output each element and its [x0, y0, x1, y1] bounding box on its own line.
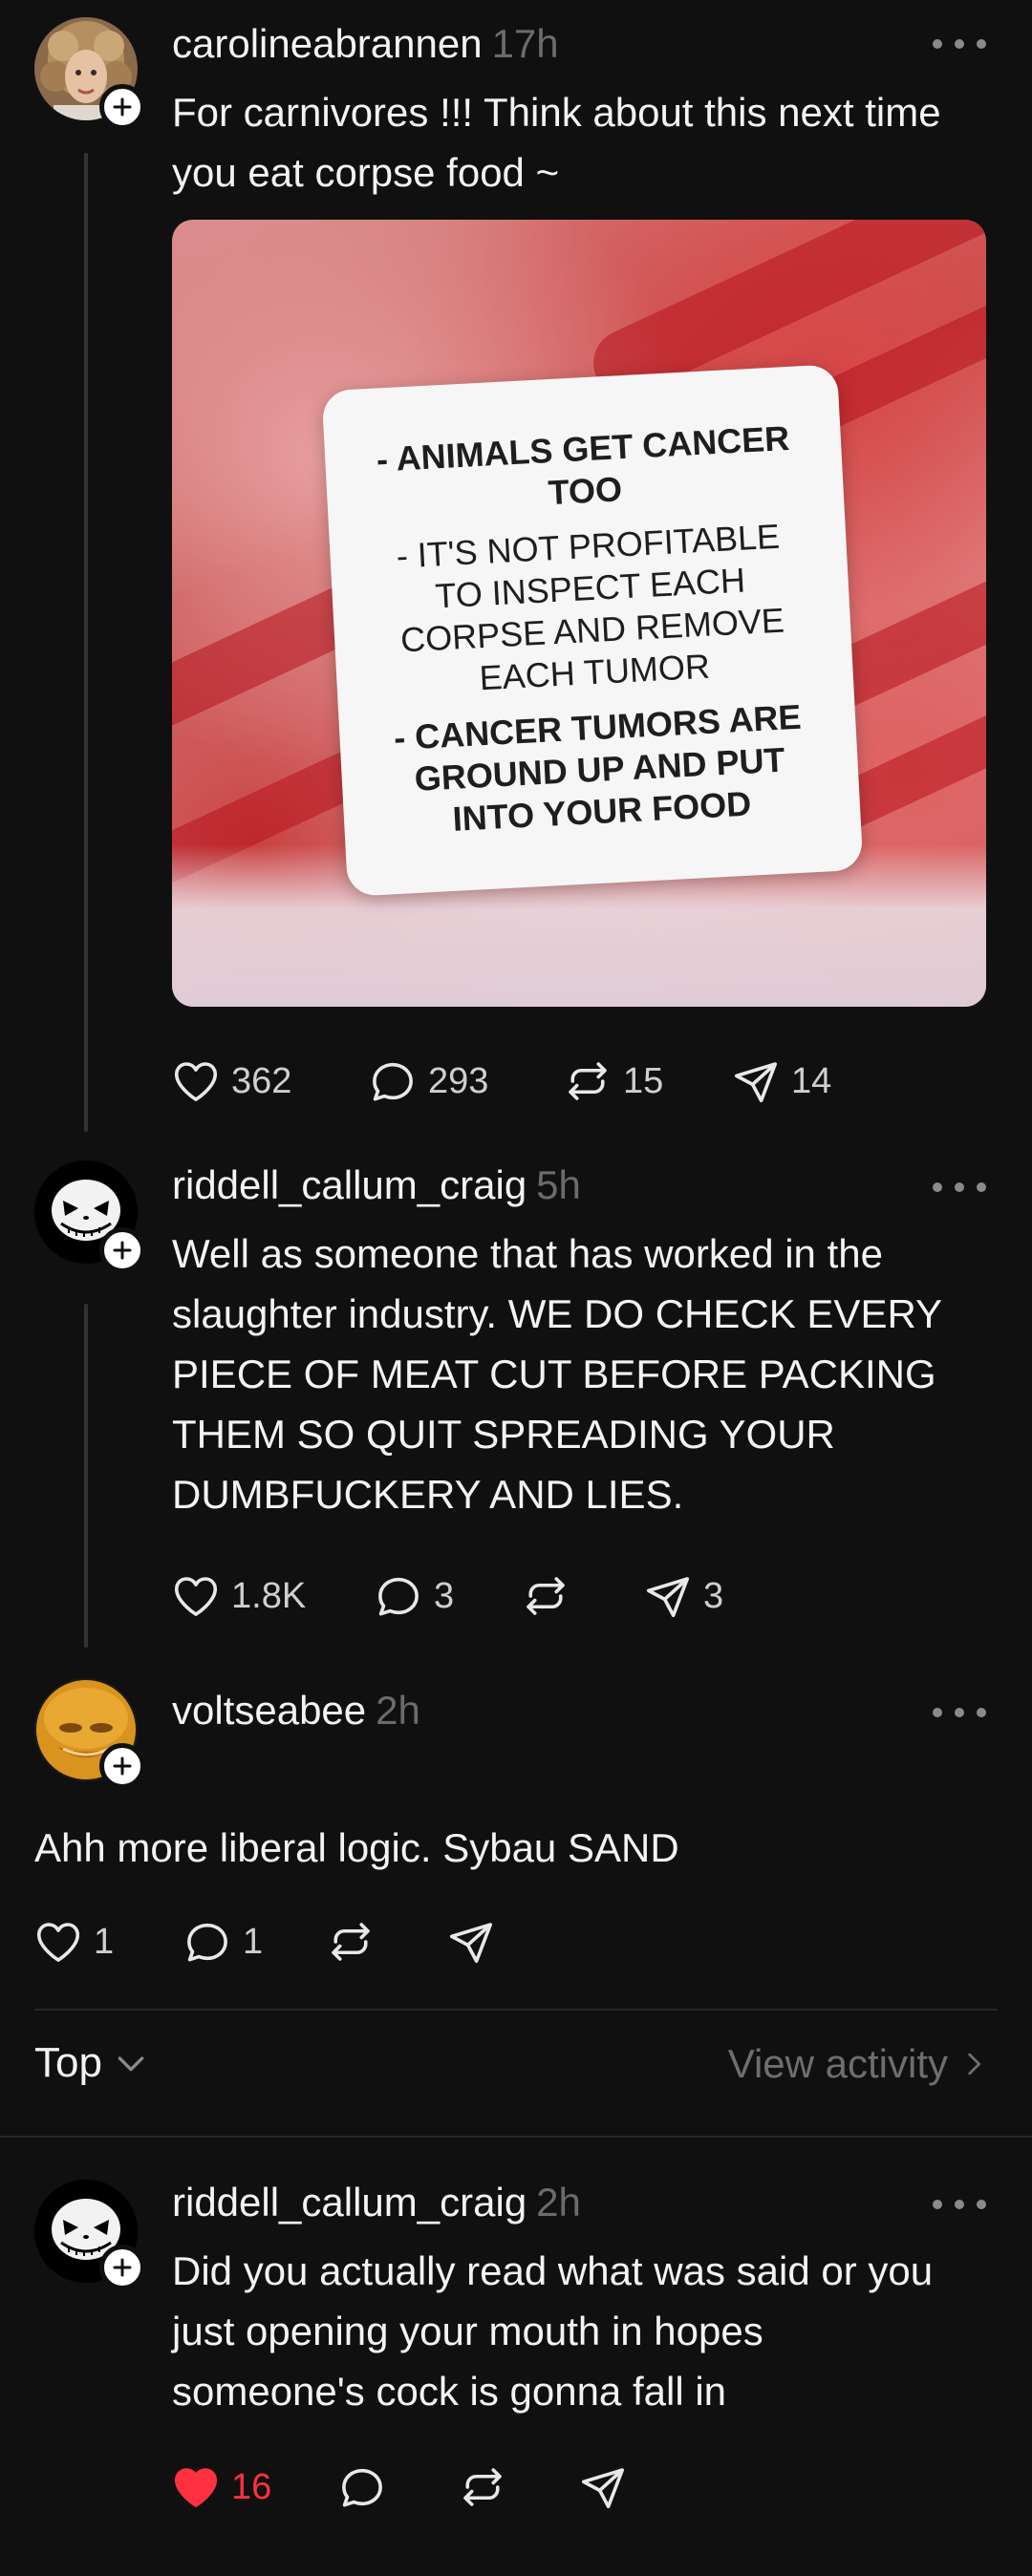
post-time: 2h — [376, 1688, 420, 1733]
chevron-right-icon — [968, 2053, 981, 2076]
view-activity-label: View activity — [727, 2041, 948, 2086]
repost-button[interactable]: 15 — [562, 1055, 730, 1107]
post-text: Well as someone that has worked in the s… — [172, 1231, 943, 1517]
repost-icon — [463, 2468, 502, 2506]
follow-plus-icon[interactable] — [99, 2245, 145, 2290]
more-options-icon[interactable] — [933, 1703, 986, 1722]
like-button[interactable]: 1 — [32, 1916, 182, 1968]
post-3: voltseabee 2h Ahh more liberal logic. Syb… — [0, 1667, 1032, 2011]
like-button[interactable]: 362 — [170, 1055, 367, 1107]
share-button[interactable] — [445, 1916, 506, 1968]
post-username[interactable]: voltseabee 2h — [172, 1688, 420, 1734]
post-actions: 1 1 — [32, 1913, 506, 1970]
like-count: 16 — [231, 2466, 272, 2507]
reply-button[interactable]: 3 — [373, 1570, 520, 1622]
sort-bar: Top View activity — [0, 2011, 1032, 2125]
heart-filled-icon — [174, 2468, 218, 2507]
follow-plus-icon[interactable] — [99, 1227, 145, 1273]
follow-plus-icon[interactable] — [99, 1743, 145, 1789]
reply-button[interactable]: 1 — [182, 1916, 325, 1968]
post-text: Did you actually read what was said or y… — [172, 2248, 934, 2414]
comment-icon — [187, 1923, 227, 1962]
view-activity-link[interactable]: View activity — [728, 2041, 990, 2087]
send-icon — [449, 1923, 493, 1964]
comment-icon — [378, 1577, 419, 1616]
chevron-down-icon — [118, 2056, 144, 2072]
share-button[interactable]: 3 — [642, 1570, 723, 1622]
post-text: Ahh more liberal logic. Sybau SAND — [34, 1825, 679, 1870]
more-options-icon[interactable] — [933, 2195, 986, 2214]
post-time: 2h — [536, 2180, 581, 2225]
post-text: For carnivores !!! Think about this next… — [172, 90, 941, 195]
send-icon — [734, 1062, 778, 1103]
like-button[interactable]: 1.8K — [170, 1570, 373, 1622]
sort-dropdown[interactable]: Top — [34, 2039, 150, 2087]
thread-line — [84, 1304, 88, 1648]
heart-icon — [174, 1577, 218, 1616]
reply-count: 293 — [428, 1060, 489, 1101]
like-count: 1 — [94, 1921, 115, 1962]
more-options-icon[interactable] — [933, 34, 986, 53]
reply-count: 1 — [243, 1921, 264, 1962]
heart-icon — [174, 1062, 218, 1101]
comment-icon — [342, 2468, 382, 2507]
post-username[interactable]: riddell_callum_craig 2h — [172, 2180, 581, 2225]
post-username[interactable]: carolineabrannen 17h — [172, 21, 559, 67]
like-count: 1.8K — [231, 1575, 307, 1616]
share-button[interactable]: 14 — [730, 1055, 831, 1107]
reply-button[interactable] — [336, 2461, 457, 2513]
send-icon — [646, 1577, 690, 1618]
divider — [0, 2136, 1032, 2138]
follow-plus-icon[interactable] — [99, 84, 145, 130]
repost-icon — [527, 1577, 565, 1615]
repost-button[interactable] — [520, 1570, 642, 1622]
post-actions: 16 — [170, 2459, 638, 2516]
post-time: 5h — [536, 1162, 581, 1207]
thread-line — [84, 153, 88, 1132]
like-button[interactable]: 16 — [170, 2461, 336, 2513]
repost-icon — [332, 1923, 370, 1961]
post-time: 17h — [491, 21, 559, 66]
post-1: carolineabrannen 17h For carnivores !!! T… — [0, 0, 1032, 1132]
send-icon — [581, 2468, 625, 2509]
share-count: 3 — [703, 1575, 724, 1616]
more-options-icon[interactable] — [933, 1178, 986, 1197]
comment-icon — [373, 1062, 413, 1101]
post-image[interactable]: - ANIMALS GET CANCER TOO - IT'S NOT PROF… — [172, 220, 986, 1007]
repost-button[interactable] — [325, 1916, 445, 1968]
repost-icon — [569, 1062, 607, 1100]
post-4: riddell_callum_craig 2h Did you actually … — [0, 2149, 1032, 2576]
like-count: 362 — [231, 1060, 292, 1101]
repost-count: 15 — [623, 1060, 664, 1101]
post-username[interactable]: riddell_callum_craig 5h — [172, 1162, 581, 1208]
post-2: riddell_callum_craig 5h Well as someone t… — [0, 1141, 1032, 1648]
share-button[interactable] — [577, 2461, 638, 2513]
reply-button[interactable]: 293 — [367, 1055, 562, 1107]
image-label-card: - ANIMALS GET CANCER TOO - IT'S NOT PROF… — [321, 364, 864, 897]
repost-button[interactable] — [457, 2461, 577, 2513]
post-actions: 362 293 15 14 — [170, 1053, 831, 1110]
post-actions: 1.8K 3 3 — [170, 1567, 723, 1625]
heart-icon — [36, 1923, 80, 1962]
reply-count: 3 — [434, 1575, 455, 1616]
sort-label: Top — [34, 2039, 102, 2086]
share-count: 14 — [791, 1060, 832, 1101]
